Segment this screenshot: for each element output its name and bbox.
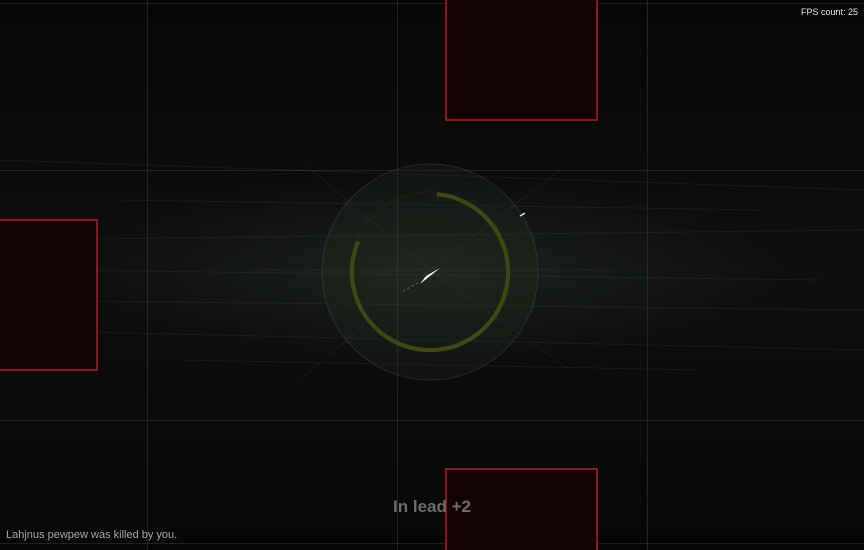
shield-aura xyxy=(321,163,539,381)
lead-status: In lead +2 xyxy=(393,497,471,516)
player-ship-group xyxy=(321,163,539,381)
fps-counter: FPS count: 25 xyxy=(800,7,858,17)
kill-feed-message: Lahjnus pewpew was killed by you. xyxy=(6,529,178,541)
game-arena[interactable]: FPS count: 25 In lead +2 Lahjnus pewpew … xyxy=(0,0,864,550)
